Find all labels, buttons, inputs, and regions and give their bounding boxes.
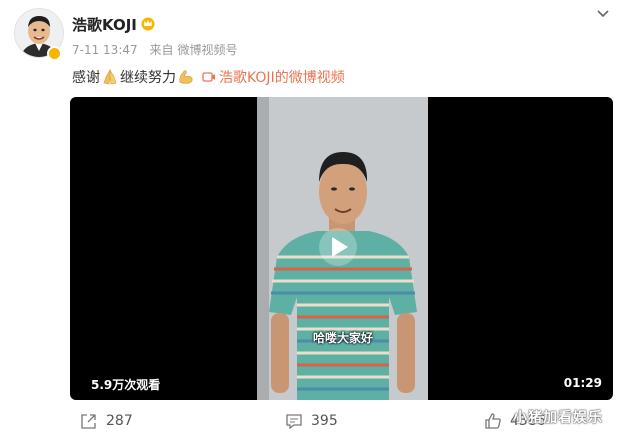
comment-count: 395: [311, 413, 338, 429]
share-icon: [81, 414, 96, 429]
video-subtitle: 哈喽大家好: [313, 331, 374, 345]
post-source[interactable]: 微博视频号: [177, 43, 237, 57]
watermark: 小猪加看娱乐: [513, 410, 603, 426]
chevron-down-icon[interactable]: [595, 8, 611, 20]
comment-icon: [286, 414, 302, 430]
video-duration: 01:29: [563, 376, 602, 390]
video-link-label: 浩歌KOJI的微博视频: [219, 70, 345, 86]
post-text-part1: 感谢: [72, 70, 100, 86]
thumbs-up-icon: [485, 413, 501, 429]
post-text: 感谢 继续努力 浩歌KOJI的微博视频: [72, 67, 345, 87]
pray-hands-icon: [103, 68, 117, 85]
verified-badge-icon: [47, 46, 62, 61]
video-link[interactable]: 浩歌KOJI的微博视频: [202, 67, 345, 87]
view-count: 5.9万次观看: [91, 378, 161, 392]
post-time[interactable]: 7-11 13:47: [72, 43, 138, 57]
video-player[interactable]: 哈喽大家好 5.9万次观看 01:29: [70, 97, 613, 400]
repost-count: 287: [106, 413, 133, 429]
repost-button[interactable]: 287: [80, 412, 133, 430]
comment-button[interactable]: 395: [285, 412, 338, 430]
author-name[interactable]: 浩歌KOJI: [72, 14, 137, 35]
post-meta: 7-11 13:47 来自 微博视频号: [72, 41, 246, 58]
source-prefix: 来自: [149, 43, 174, 57]
post-text-part2: 继续努力: [120, 70, 176, 86]
video-link-icon: [202, 72, 215, 82]
play-icon[interactable]: [318, 227, 358, 267]
flexed-bicep-icon: [179, 70, 193, 84]
crown-badge-icon[interactable]: [140, 15, 156, 31]
